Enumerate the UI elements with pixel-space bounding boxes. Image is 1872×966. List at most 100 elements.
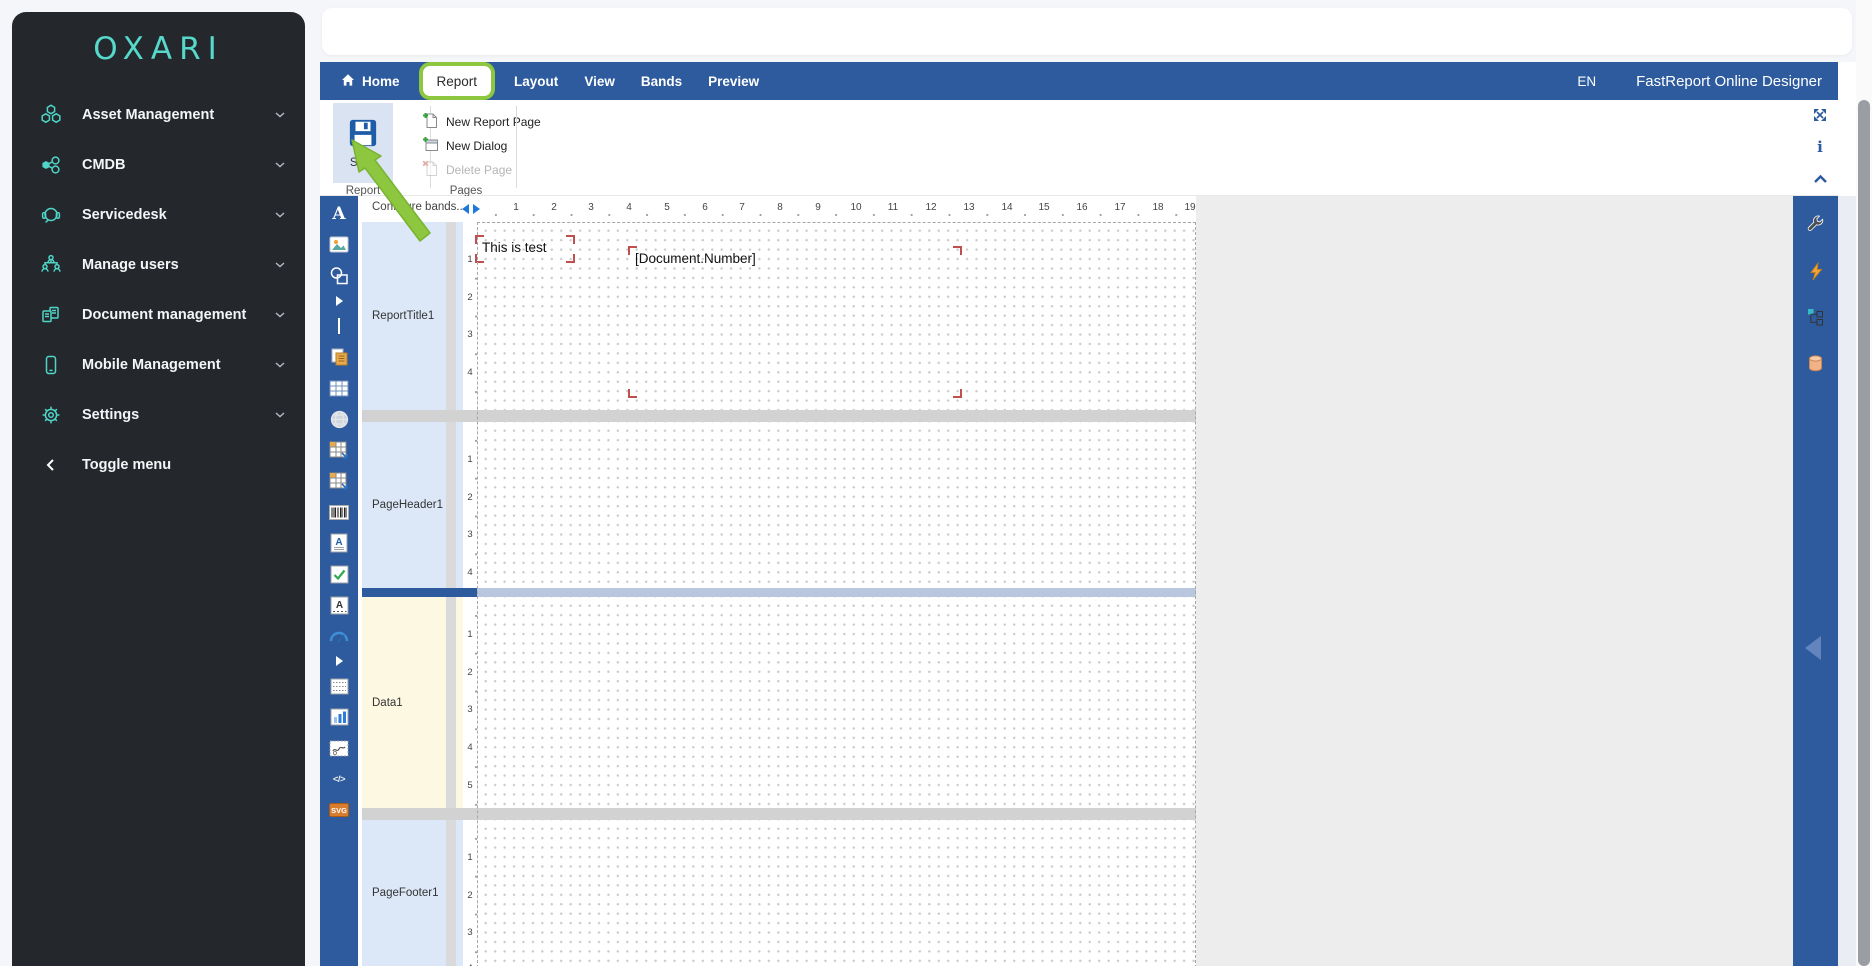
band-gutter [446, 222, 456, 410]
tab-label: Report [437, 74, 478, 89]
data-band-header-bar[interactable] [362, 588, 1196, 597]
vertical-ruler: 1 2 3 4 5 [463, 597, 477, 808]
ruler-number: 10 [850, 202, 862, 213]
subreport-icon[interactable] [328, 346, 350, 368]
sidebar-item-label: Mobile Management [82, 357, 221, 373]
selection-corner [953, 246, 962, 255]
richtext-icon[interactable]: A [328, 532, 350, 554]
delete-page-item[interactable]: Delete Page [416, 158, 547, 181]
ruler-number: 3 [585, 202, 597, 213]
gear-icon [38, 402, 64, 428]
text-object-icon[interactable]: A [328, 203, 350, 225]
new-dialog-item[interactable]: New Dialog [416, 134, 547, 157]
tab-layout[interactable]: Layout [501, 62, 571, 100]
flyout-arrow-icon[interactable] [328, 296, 350, 306]
text-object-content: This is test [477, 237, 573, 255]
text-frame-icon[interactable]: A [328, 594, 350, 616]
text-object-selected[interactable]: This is test [477, 237, 573, 261]
picture-icon[interactable] [328, 234, 350, 256]
band-label-page-footer[interactable]: PageFooter1 [362, 820, 446, 966]
tab-label: Preview [708, 74, 759, 89]
ruler-number: 11 [887, 202, 899, 213]
shapes-icon[interactable] [328, 265, 350, 287]
chart-icon[interactable] [328, 706, 350, 728]
top-header-card [322, 8, 1852, 55]
band-label-data[interactable]: Data1 [362, 597, 446, 808]
data-field-content: [Document.Number] [630, 248, 960, 266]
page-tabstrip: Configure bands... 1 2 3 4 5 6 7 8 9 10 … [362, 196, 1196, 222]
code-icon[interactable]: </> [328, 768, 350, 790]
save-floppy-icon [348, 118, 378, 153]
network-icon [38, 152, 64, 178]
designer-workspace: A [320, 196, 1838, 966]
report-tree-icon[interactable] [1793, 308, 1838, 326]
flyout-arrow-icon[interactable] [328, 656, 350, 666]
ribbon-separator [516, 106, 517, 188]
tab-home[interactable]: Home [328, 62, 413, 100]
documents-icon [38, 302, 64, 328]
tab-report[interactable]: Report [423, 66, 492, 96]
signature-icon[interactable] [328, 737, 350, 759]
gauge-icon[interactable] [328, 625, 350, 647]
sidebar-item-document-management[interactable]: Document management [12, 290, 305, 340]
horizontal-ruler: 1 2 3 4 5 6 7 8 9 10 11 12 13 14 15 16 1 [477, 196, 1196, 222]
band-page-area[interactable] [477, 820, 1196, 966]
configure-bands-button[interactable]: Configure bands... [372, 201, 466, 213]
band-label-page-header[interactable]: PageHeader1 [362, 422, 446, 588]
data-field-object[interactable]: [Document.Number] [630, 248, 960, 396]
events-lightning-icon[interactable] [1793, 262, 1838, 281]
tab-preview[interactable]: Preview [695, 62, 772, 100]
sidebar-item-servicedesk[interactable]: Servicedesk [12, 190, 305, 240]
tab-view[interactable]: View [571, 62, 628, 100]
barcode-icon[interactable] [328, 501, 350, 523]
chevron-down-icon [275, 362, 285, 368]
sidebar-nav: Asset Management CMDB [12, 90, 305, 490]
fullscreen-icon[interactable] [1811, 106, 1829, 124]
band-separator[interactable] [362, 808, 1196, 820]
band-rows: ReportTitle1 1 2 3 4 [362, 222, 1196, 966]
delete-page-icon [422, 160, 439, 180]
collapse-ribbon-icon[interactable] [1811, 170, 1829, 188]
svg-icon[interactable]: SVG [328, 799, 350, 821]
sidebar-item-settings[interactable]: Settings [12, 390, 305, 440]
band-separator[interactable] [362, 410, 1196, 422]
language-selector[interactable]: EN [1577, 74, 1596, 89]
advanced-matrix-icon[interactable] [328, 470, 350, 492]
scroll-left-icon[interactable] [462, 204, 469, 214]
checkbox-icon[interactable] [328, 563, 350, 585]
sidebar-item-asset-management[interactable]: Asset Management [12, 90, 305, 140]
web-object-icon[interactable] [328, 408, 350, 430]
sidebar-item-label: CMDB [82, 157, 126, 173]
band-page-area[interactable]: This is test [Document.Number] [477, 222, 1196, 410]
scrollbar-thumb[interactable] [1858, 100, 1870, 966]
ruler-number: 5 [661, 202, 673, 213]
grid-icon[interactable] [328, 675, 350, 697]
band-page-area[interactable] [477, 422, 1196, 588]
matrix-icon[interactable] [328, 439, 350, 461]
ruler-number: 19 [1184, 202, 1196, 213]
data-source-icon[interactable] [1793, 354, 1838, 373]
panel-collapse-arrow-icon[interactable] [1805, 636, 1821, 660]
ruler-number: 6 [699, 202, 711, 213]
home-icon [341, 73, 355, 90]
sidebar-item-mobile-management[interactable]: Mobile Management [12, 340, 305, 390]
line-icon[interactable] [328, 315, 350, 337]
app-title: FastReport Online Designer [1636, 73, 1822, 90]
sidebar-item-manage-users[interactable]: Manage users [12, 240, 305, 290]
sidebar-toggle-menu[interactable]: Toggle menu [12, 440, 305, 490]
table-icon[interactable] [328, 377, 350, 399]
ruler-number: 16 [1076, 202, 1088, 213]
band-label-report-title[interactable]: ReportTitle1 [362, 222, 446, 410]
save-button[interactable]: Save [333, 103, 393, 183]
band-page-area[interactable] [477, 597, 1196, 808]
sidebar-item-cmdb[interactable]: CMDB [12, 140, 305, 190]
properties-wrench-icon[interactable] [1793, 214, 1838, 233]
svg-text:A: A [335, 537, 342, 548]
window-scrollbar[interactable] [1856, 0, 1872, 966]
info-icon[interactable]: i [1811, 138, 1829, 156]
tab-bands[interactable]: Bands [628, 62, 695, 100]
new-report-page-item[interactable]: New Report Page [416, 110, 547, 133]
fastreport-designer: Home Report Layout View Bands Preview EN… [320, 62, 1838, 966]
band-sliver [456, 820, 463, 966]
menubar-right: EN FastReport Online Designer [1577, 73, 1838, 90]
